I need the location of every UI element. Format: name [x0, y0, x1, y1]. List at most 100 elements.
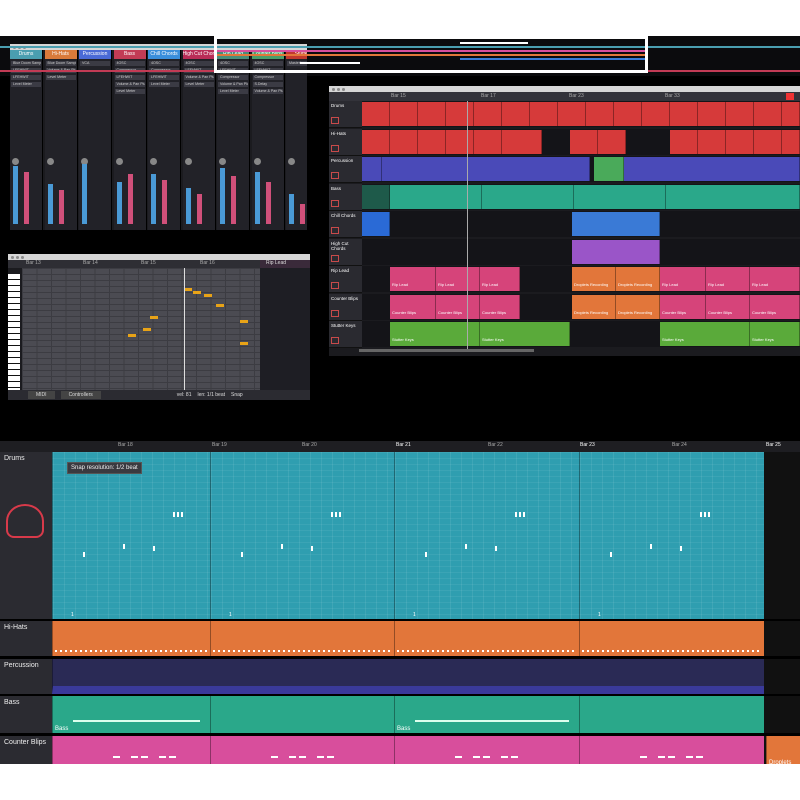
midi-note[interactable] [289, 756, 296, 758]
clip[interactable] [570, 129, 598, 154]
track-lane[interactable] [362, 156, 800, 182]
track-header-hi-hats[interactable]: Hi-Hats [0, 621, 52, 657]
arrangement-ruler[interactable]: Bar 15 Bar 17 Bar 23 Bar 33 [329, 92, 800, 101]
clip[interactable] [210, 736, 394, 764]
clip[interactable] [726, 129, 754, 154]
mixer-strip-name[interactable]: Percussion [79, 50, 111, 59]
clip[interactable] [474, 102, 502, 126]
midi-note[interactable] [317, 756, 324, 758]
pan-knob[interactable] [184, 158, 192, 165]
drum-hit[interactable] [519, 512, 521, 517]
clip[interactable]: Counter Blips [52, 736, 210, 764]
track-lane[interactable]: Bass Bass [52, 696, 800, 734]
plugin-slot[interactable]: Level Meter [45, 75, 76, 80]
clip[interactable]: Bass [394, 696, 579, 733]
clip[interactable] [418, 129, 446, 154]
clip[interactable] [362, 102, 390, 126]
plugin-slot[interactable]: LFEHWIT [11, 75, 41, 80]
track-header-drums[interactable]: Drums [329, 101, 362, 128]
midi-tab[interactable]: MIDI [28, 391, 55, 399]
plugin-slot[interactable]: Level Meter [183, 82, 214, 87]
plugin-slot[interactable]: LFEHWIT [149, 75, 179, 80]
clip[interactable] [390, 129, 418, 154]
record-button[interactable] [786, 93, 794, 100]
clip[interactable]: Droplets Recording [572, 267, 616, 291]
drum-hit[interactable] [339, 512, 341, 517]
clip[interactable] [362, 184, 390, 209]
track-header-drums[interactable]: Drums [0, 452, 52, 620]
track-header-percussion[interactable]: Percussion [0, 659, 52, 695]
piano-keyboard[interactable] [8, 274, 20, 390]
mixer-strip-name[interactable]: Hi-Hats [44, 50, 77, 59]
drum-hit[interactable] [680, 546, 682, 551]
track-header-counter-blips[interactable]: Counter Blips [329, 293, 362, 321]
main-ruler[interactable]: Bar 18 Bar 19 Bar 20 Bar 21 Bar 22 Bar 2… [0, 441, 800, 452]
plugin-slot[interactable]: Volume & Pan Plugin [183, 75, 214, 80]
clip[interactable] [52, 621, 210, 656]
clip[interactable]: 1 [52, 452, 210, 619]
plugin-slot[interactable]: Volume & Pan Plugin [252, 89, 283, 94]
track-lane[interactable]: Counter Blips Counter Blips Droplets Re [52, 736, 800, 764]
midi-note[interactable] [204, 294, 212, 297]
clip[interactable]: Counter Blips [390, 294, 436, 319]
drum-hit[interactable] [523, 512, 525, 517]
minimize-icon[interactable] [337, 87, 340, 91]
clip[interactable] [394, 621, 579, 656]
plugin-slot[interactable]: Compressor [252, 75, 283, 80]
clip[interactable] [572, 212, 660, 236]
drum-hit[interactable] [331, 512, 333, 517]
pan-knob[interactable] [46, 158, 54, 165]
track-header-stutter-keys[interactable]: Stutter Keys [329, 321, 362, 348]
clip[interactable]: 1 [579, 452, 764, 619]
horizontal-scrollbar[interactable] [359, 349, 534, 352]
clip[interactable]: Counter Blips [394, 736, 579, 764]
midi-note[interactable] [193, 291, 201, 294]
clip[interactable] [579, 621, 764, 656]
clip[interactable] [482, 184, 574, 209]
clip[interactable] [502, 102, 530, 126]
plugin-slot[interactable]: Level Meter [218, 89, 248, 94]
clip[interactable] [579, 696, 764, 733]
midi-note[interactable] [327, 756, 334, 758]
clip[interactable] [594, 157, 624, 181]
plugin-slot[interactable]: Level Meter [11, 82, 41, 87]
clip[interactable] [446, 102, 474, 126]
clip[interactable] [382, 157, 590, 181]
clip[interactable]: Counter Blips [706, 294, 750, 319]
drum-hit[interactable] [425, 552, 427, 557]
midi-note[interactable] [658, 756, 665, 758]
midi-note[interactable] [169, 756, 176, 758]
clip[interactable] [210, 696, 394, 733]
volume-fader[interactable] [196, 194, 202, 224]
midi-note[interactable] [668, 756, 675, 758]
pan-knob[interactable] [219, 158, 226, 165]
note-grid[interactable] [22, 268, 260, 390]
drum-hit[interactable] [153, 546, 155, 551]
track-lane[interactable] [362, 101, 800, 127]
plugin-slot[interactable]: 4OSC [114, 61, 145, 66]
track-header-percussion[interactable]: Percussion [329, 156, 362, 183]
volume-fader[interactable] [24, 172, 29, 224]
close-icon[interactable] [332, 87, 335, 91]
clip[interactable] [390, 184, 482, 209]
clip[interactable] [586, 102, 614, 126]
clip[interactable]: Bass [52, 696, 210, 733]
clip[interactable] [52, 659, 764, 694]
clip[interactable] [670, 129, 698, 154]
clip[interactable] [614, 102, 642, 126]
clip[interactable] [446, 129, 474, 154]
mixer-strip-name[interactable]: Drums [10, 50, 42, 59]
maximize-icon[interactable] [342, 87, 345, 91]
drum-hit[interactable] [465, 544, 467, 549]
mixer-strip-name[interactable]: Bass [113, 50, 146, 59]
midi-note[interactable] [299, 756, 306, 758]
controllers-tab[interactable]: Controllers [60, 391, 101, 399]
drum-hit[interactable] [311, 546, 313, 551]
clip[interactable]: Rip Lead [480, 267, 520, 291]
clip[interactable] [754, 129, 782, 154]
track-lane[interactable] [362, 211, 800, 237]
plugin-slot[interactable]: 4OSC [183, 61, 214, 66]
midi-note[interactable] [501, 756, 508, 758]
midi-note[interactable] [473, 756, 480, 758]
maximize-icon[interactable] [21, 255, 24, 259]
